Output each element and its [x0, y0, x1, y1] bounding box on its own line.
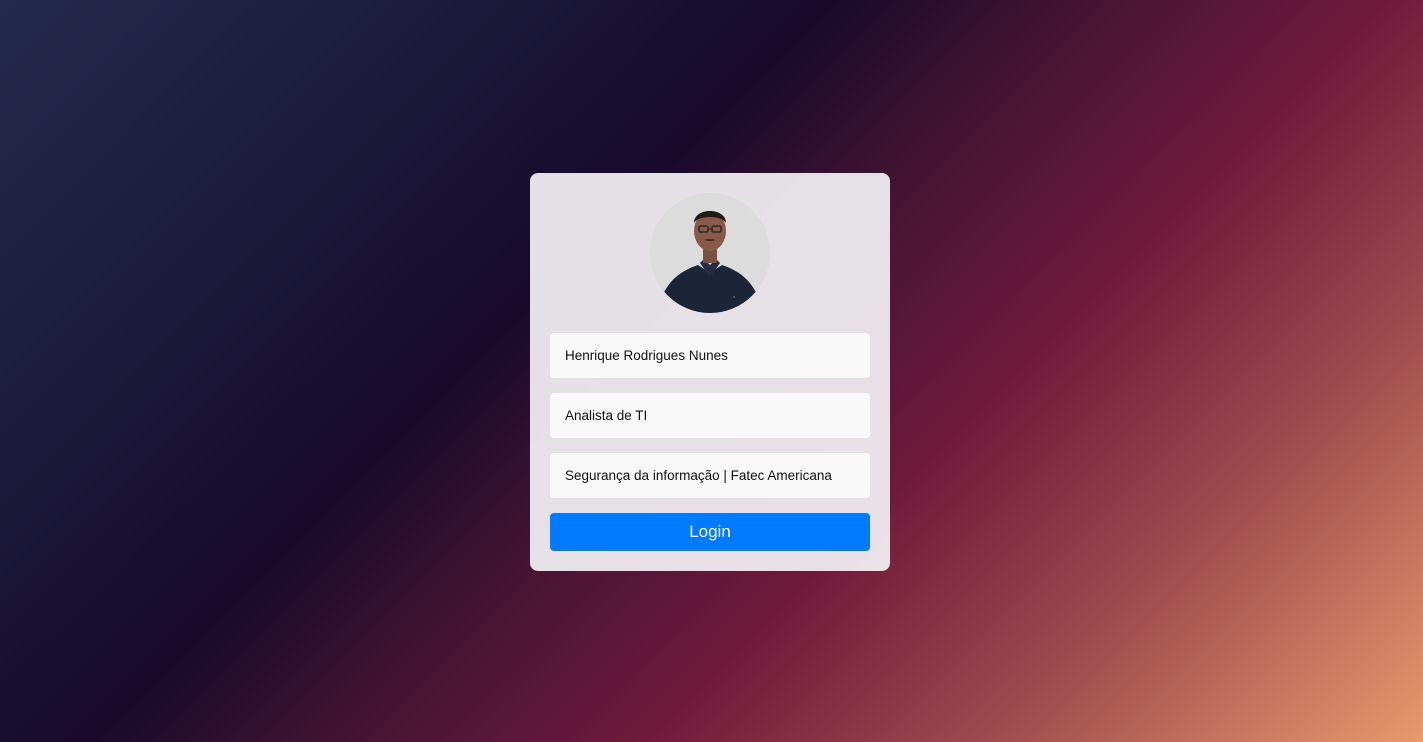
profile-avatar: [650, 193, 770, 313]
education-value: Segurança da informação | Fatec American…: [565, 468, 832, 483]
education-field[interactable]: Segurança da informação | Fatec American…: [550, 453, 870, 498]
role-value: Analista de TI: [565, 408, 648, 423]
login-button[interactable]: Login: [550, 513, 870, 551]
role-field[interactable]: Analista de TI: [550, 393, 870, 438]
name-value: Henrique Rodrigues Nunes: [565, 348, 728, 363]
profile-card: Henrique Rodrigues Nunes Analista de TI …: [530, 173, 890, 571]
person-photo-icon: [650, 193, 770, 313]
name-field[interactable]: Henrique Rodrigues Nunes: [550, 333, 870, 378]
